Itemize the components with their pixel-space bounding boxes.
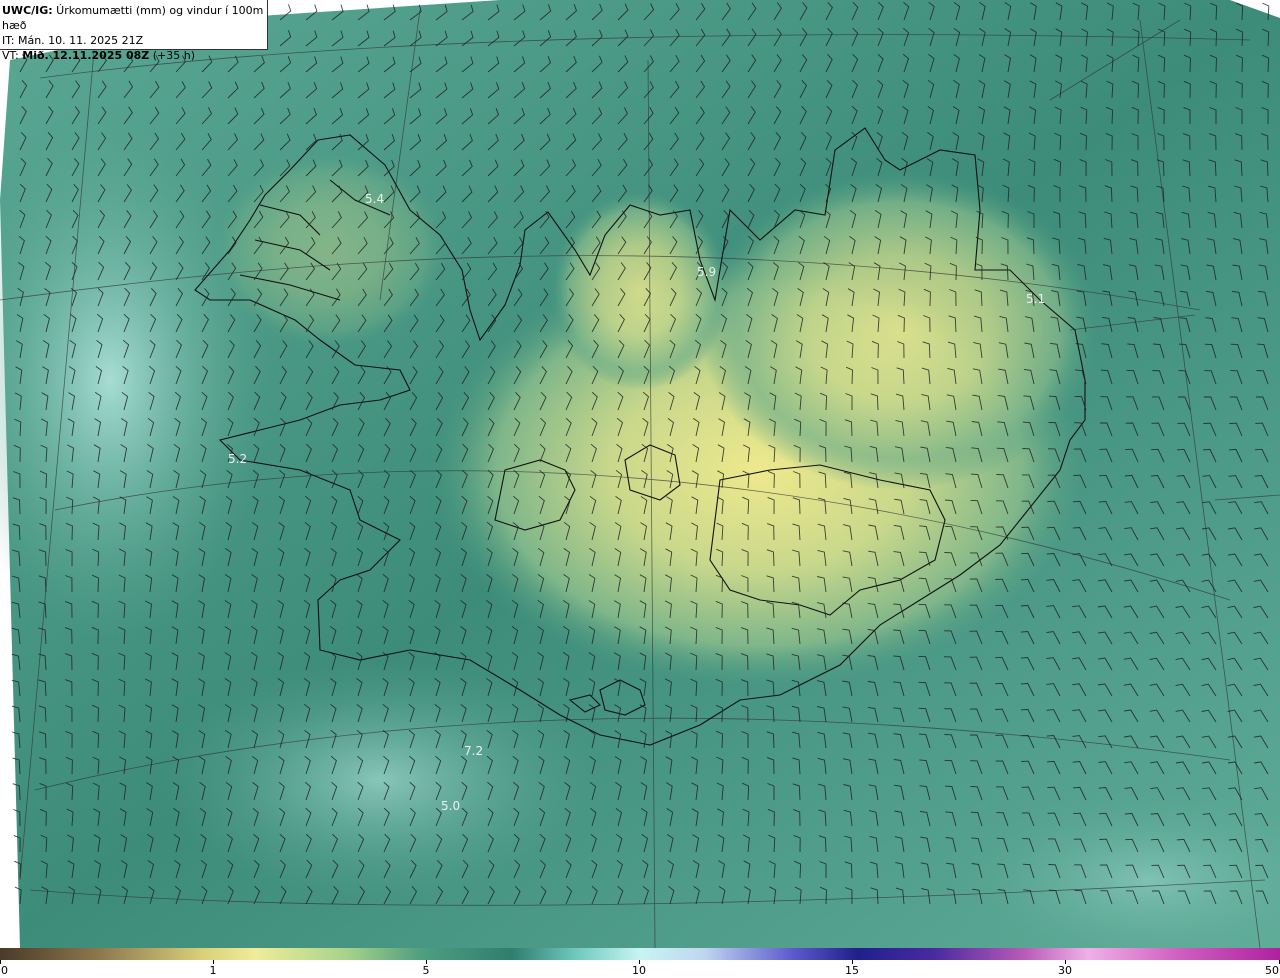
colorbar-tick: 0	[1, 964, 8, 977]
colorbar-tick: 5	[422, 964, 430, 977]
max-label: 5.4	[365, 192, 384, 206]
colorbar-tick: 15	[845, 964, 859, 977]
valid-offset: (+35 h)	[149, 49, 195, 62]
precipitation-wind-map: 5.4 5.9 5.1 5.2 7.2 5.0	[0, 0, 1280, 948]
colorbar	[0, 948, 1280, 960]
max-label: 7.2	[464, 744, 483, 758]
valid-prefix: VT:	[2, 49, 23, 62]
max-label: 5.2	[228, 452, 247, 466]
max-label: 5.0	[441, 799, 460, 813]
valid-time: Mið. 12.11.2025 08Z	[22, 49, 150, 62]
init-time: IT: Mán. 10. 11. 2025 21Z	[2, 34, 144, 47]
colorbar-tick: 50	[1265, 964, 1279, 977]
max-label: 5.1	[1026, 292, 1045, 306]
colorbar-tick: 10	[632, 964, 646, 977]
max-label: 5.9	[697, 265, 716, 279]
map-info-box: UWC/IG: Úrkomumætti (mm) og vindur í 100…	[0, 0, 268, 62]
colorbar-tick: 30	[1058, 964, 1072, 977]
product-code: UWC/IG:	[2, 4, 53, 17]
colorbar-legend: 0 1 5 10 15 30 50	[0, 948, 1280, 978]
colorbar-tick: 1	[209, 964, 217, 977]
